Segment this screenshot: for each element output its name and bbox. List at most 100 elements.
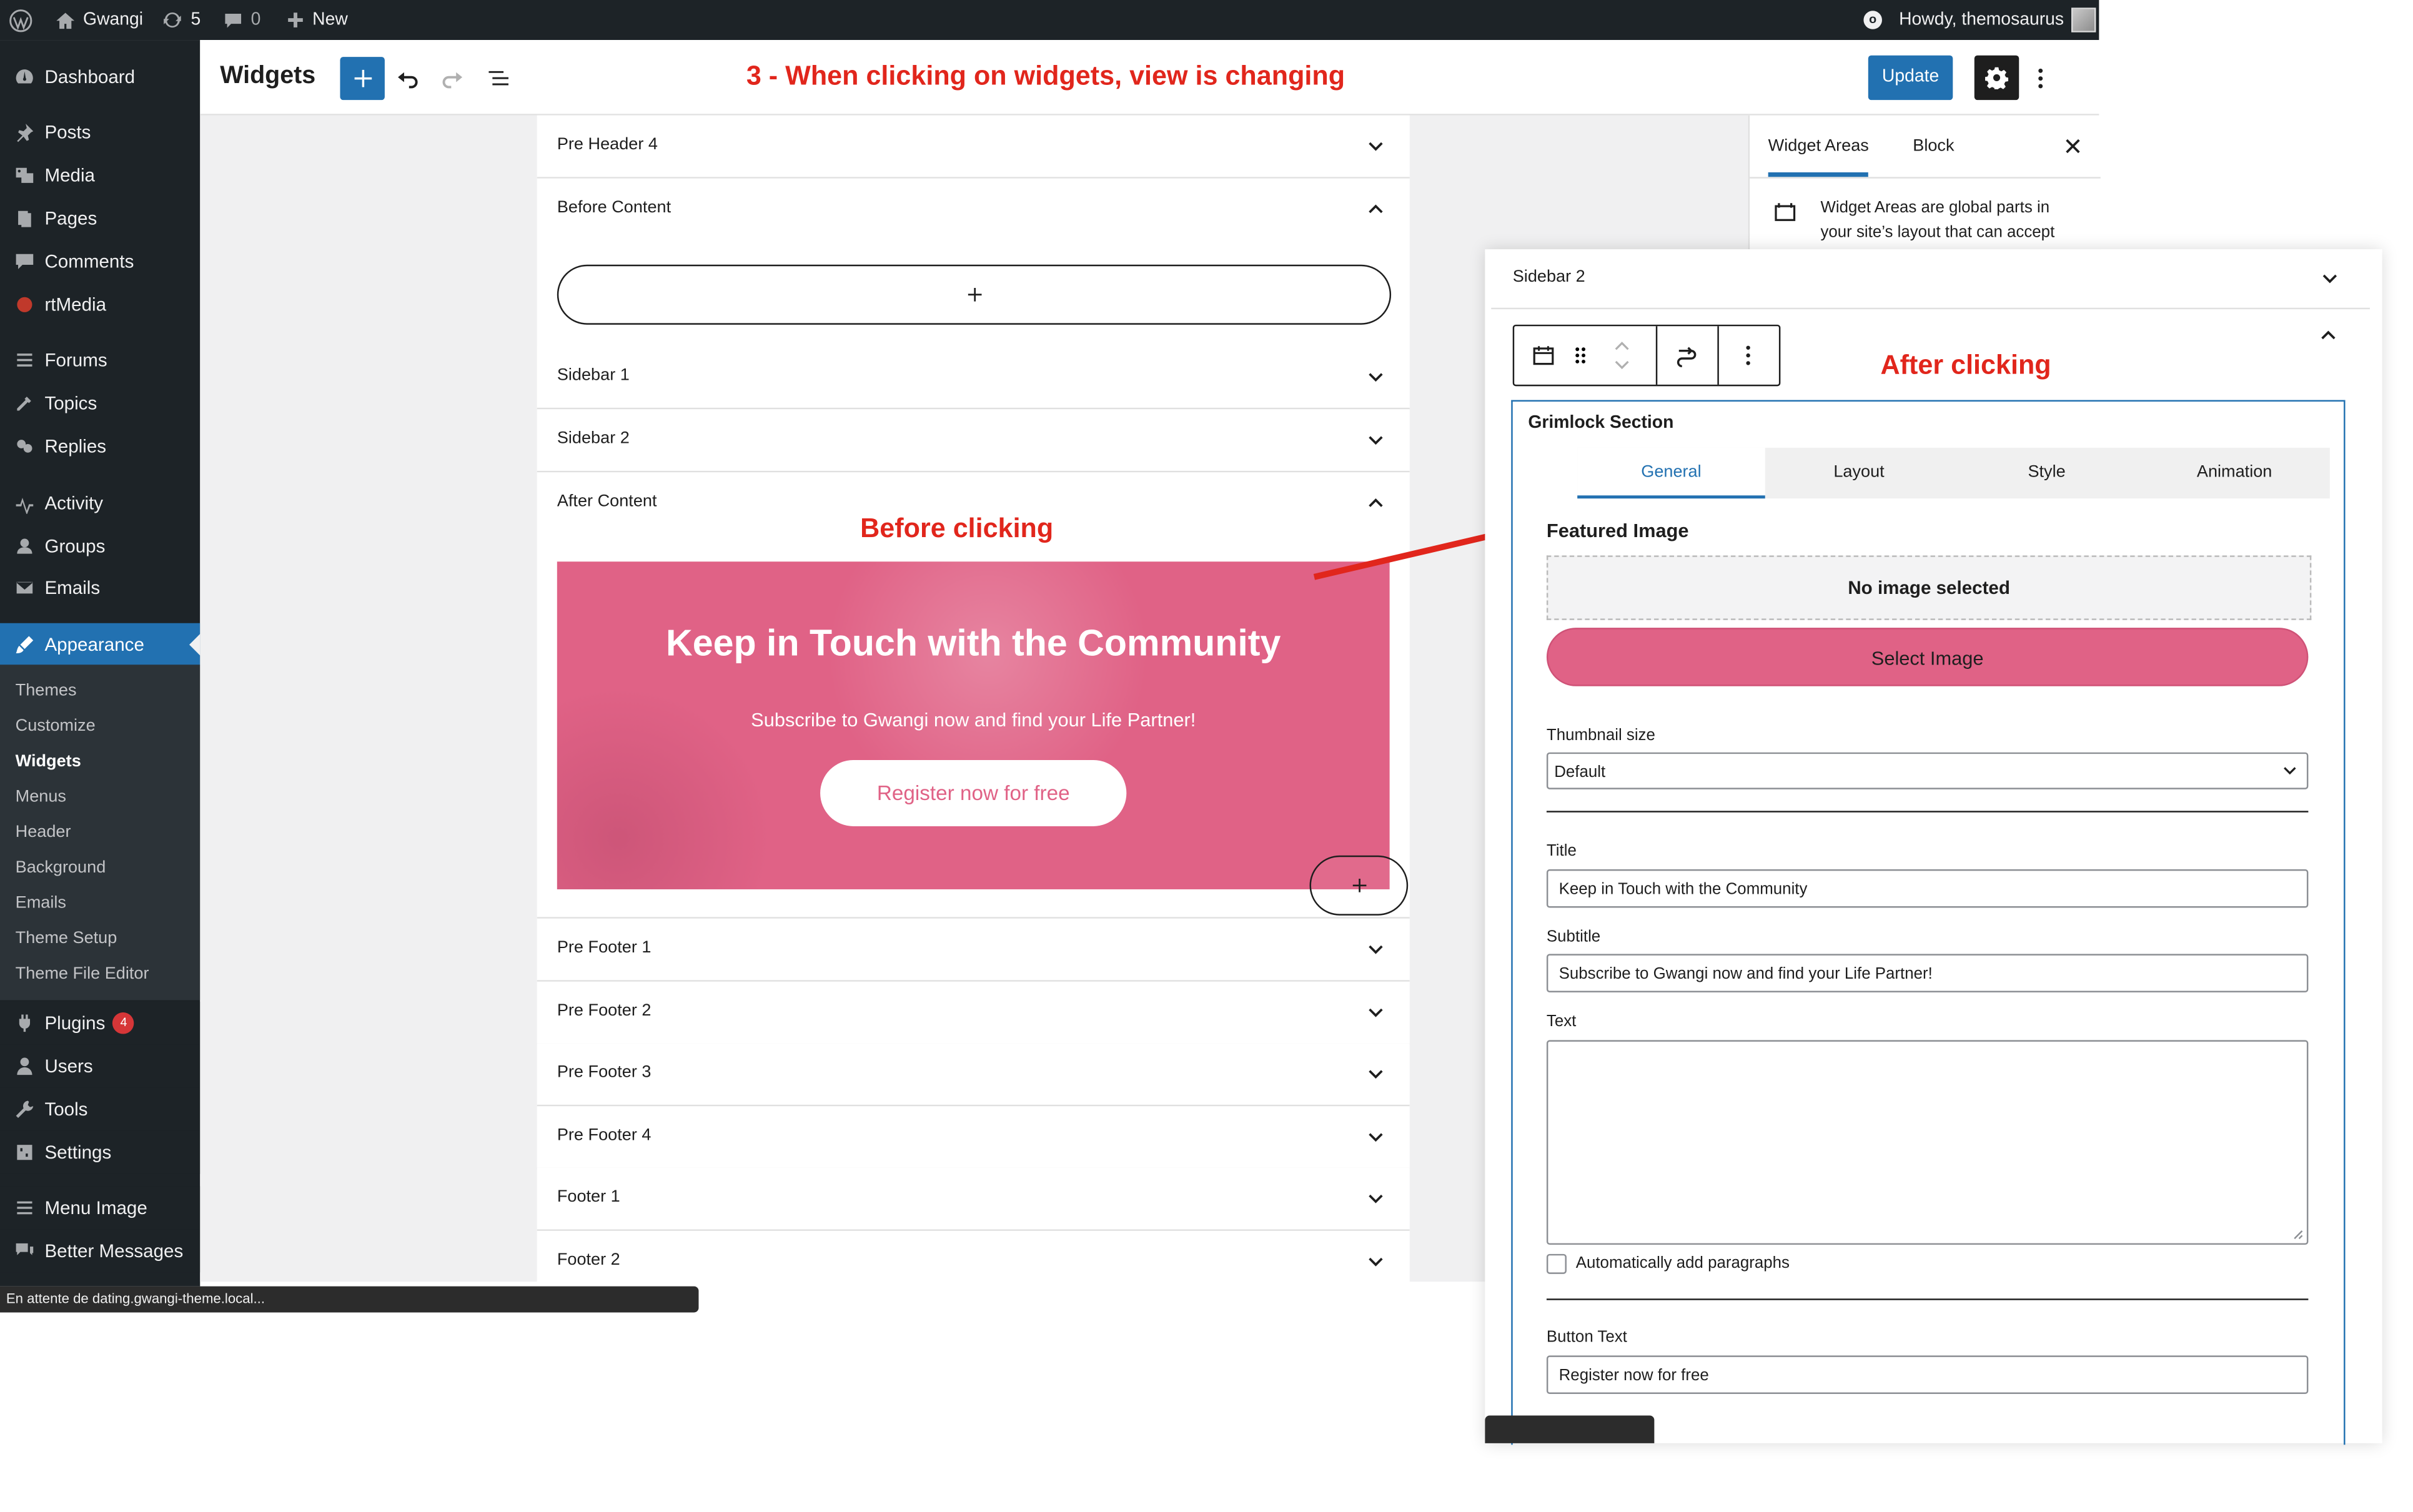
site-name-link[interactable]: Gwangi — [56, 0, 143, 40]
new-content-link[interactable]: New — [286, 0, 348, 40]
menu-item-comments[interactable]: Comments — [0, 240, 200, 283]
tab-animation[interactable]: Animation — [2141, 448, 2329, 498]
rtmedia-icon — [12, 293, 36, 316]
update-button[interactable]: Update — [1868, 55, 1953, 101]
brush-icon — [12, 633, 36, 656]
menu-item-posts[interactable]: Posts — [0, 111, 200, 154]
submenu-item-theme-file-editor[interactable]: Theme File Editor — [16, 960, 149, 987]
more-options-button[interactable] — [2028, 62, 2053, 96]
close-icon[interactable] — [2062, 136, 2083, 157]
menu-item-settings[interactable]: Settings — [0, 1130, 201, 1174]
chevron-up-icon[interactable] — [2319, 326, 2338, 345]
button-text-label: Button Text — [1546, 1328, 1627, 1346]
settings-button[interactable] — [1974, 55, 2019, 101]
more-vertical-icon — [2038, 68, 2043, 89]
comments-link[interactable]: 0 — [223, 0, 260, 40]
submenu-item-themes[interactable]: Themes — [16, 677, 77, 704]
submenu-item-theme-setup[interactable]: Theme Setup — [16, 925, 117, 952]
list-view-button[interactable] — [483, 63, 514, 94]
register-button[interactable]: Register now for free — [820, 760, 1127, 826]
submenu-item-emails[interactable]: Emails — [16, 889, 66, 917]
redo-button[interactable] — [437, 63, 468, 94]
tab-style[interactable]: Style — [1953, 448, 2141, 498]
tab-widget-areas[interactable]: Widget Areas — [1768, 116, 1869, 177]
undo-button[interactable] — [392, 63, 423, 94]
menu-item-plugins[interactable]: Plugins 4 — [0, 1001, 201, 1045]
menu-item-forums[interactable]: Forums — [0, 338, 200, 382]
widget-area-pre-footer-1[interactable]: Pre Footer 1 — [537, 918, 1410, 982]
plugins-update-badge: 4 — [112, 1012, 135, 1034]
transform-icon — [1677, 347, 1697, 368]
thumbnail-size-select[interactable]: Default — [1546, 752, 2309, 789]
activity-icon — [12, 492, 36, 515]
account-link[interactable]: o Howdy, themosaurus — [1863, 0, 2096, 40]
grimlock-section-preview[interactable]: Keep in Touch with the Community Subscri… — [557, 561, 1390, 889]
notification-icon: o — [1863, 11, 1882, 29]
submenu-item-widgets[interactable]: Widgets — [16, 748, 81, 775]
submenu-item-background[interactable]: Background — [16, 854, 106, 881]
title-input[interactable]: Keep in Touch with the Community — [1546, 869, 2309, 908]
menu-item-emails[interactable]: Emails — [0, 566, 200, 610]
comments-count: 0 — [250, 11, 261, 29]
chevron-down-icon — [1369, 1070, 1383, 1079]
media-icon — [12, 164, 36, 187]
widget-area-footer-2[interactable]: Footer 2 — [537, 1230, 1410, 1282]
admin-menu-lower: Plugins 4 Users Tools Settings Menu Imag… — [0, 1000, 201, 1286]
plus-icon — [1352, 878, 1366, 892]
move-up-down-buttons[interactable] — [1610, 335, 1634, 375]
menu-item-menu-image[interactable]: Menu Image — [0, 1186, 201, 1230]
button-text-input[interactable]: Register now for free — [1546, 1355, 2309, 1395]
menu-item-rtmedia[interactable]: rtMedia — [0, 283, 200, 326]
widget-area-sidebar-1[interactable]: Sidebar 1 — [537, 346, 1410, 410]
widget-area-pre-footer-4[interactable]: Pre Footer 4 — [537, 1106, 1410, 1170]
widget-area-footer-1[interactable]: Footer 1 — [537, 1167, 1410, 1231]
block-toolbar — [1512, 324, 1781, 387]
menu-item-activity[interactable]: Activity — [0, 482, 200, 525]
transform-button[interactable] — [1674, 343, 1698, 368]
dashboard-icon — [12, 66, 36, 89]
chevron-up-down-icon — [1615, 342, 1629, 370]
tab-layout[interactable]: Layout — [1765, 448, 1953, 498]
menu-item-appearance[interactable]: Appearance — [0, 623, 201, 666]
text-textarea[interactable] — [1546, 1040, 2309, 1245]
menu-item-media[interactable]: Media — [0, 154, 200, 197]
add-block-appender[interactable] — [1309, 855, 1409, 916]
menu-item-better-messages[interactable]: Better Messages — [0, 1229, 201, 1273]
submenu-item-header[interactable]: Header — [16, 819, 71, 846]
widget-area-pre-header-4[interactable]: Pre Header 4 — [537, 115, 1410, 179]
tab-general[interactable]: General — [1577, 447, 1765, 499]
updates-link[interactable]: 5 — [162, 0, 201, 40]
widget-area-sidebar-2[interactable]: Sidebar 2 — [1491, 249, 2370, 310]
submenu-item-menus[interactable]: Menus — [16, 783, 66, 811]
comment-icon — [12, 250, 36, 273]
block-options-button[interactable] — [1736, 343, 1760, 367]
wordpress-logo[interactable] — [9, 0, 32, 40]
subtitle-input[interactable]: Subscribe to Gwangi now and find your Li… — [1546, 954, 2309, 993]
menu-item-groups[interactable]: Groups — [0, 525, 200, 568]
menu-item-replies[interactable]: Replies — [0, 425, 200, 468]
subtitle-label: Subtitle — [1546, 927, 1601, 947]
add-block-appender[interactable] — [557, 264, 1392, 325]
user-icon — [12, 1055, 36, 1078]
submenu-item-customize[interactable]: Customize — [16, 713, 96, 740]
menu-item-dashboard[interactable]: Dashboard — [0, 56, 200, 99]
widget-area-pre-footer-3[interactable]: Pre Footer 3 — [537, 1043, 1410, 1107]
email-icon — [12, 576, 36, 600]
widget-area-sidebar-2[interactable]: Sidebar 2 — [537, 409, 1410, 473]
editor-header: Widgets 3 - When clicking on widgets, vi… — [200, 40, 2099, 116]
resize-handle-icon[interactable] — [2293, 1229, 2304, 1240]
widget-area-pre-footer-2[interactable]: Pre Footer 2 — [537, 981, 1410, 1045]
tab-block[interactable]: Block — [1913, 116, 1954, 177]
drag-handle[interactable] — [1568, 343, 1592, 367]
menu-item-users[interactable]: Users — [0, 1044, 201, 1088]
menu-item-pages[interactable]: Pages — [0, 197, 200, 240]
auto-paragraphs-option[interactable]: Automatically add paragraphs — [1546, 1252, 1790, 1273]
add-block-button[interactable] — [340, 57, 385, 101]
avatar — [2071, 7, 2096, 32]
menu-item-topics[interactable]: Topics — [0, 382, 200, 425]
menu-item-tools[interactable]: Tools — [0, 1087, 201, 1131]
auto-paragraphs-checkbox[interactable] — [1546, 1253, 1567, 1273]
select-image-button[interactable]: Select Image — [1546, 628, 2309, 686]
block-type-button[interactable] — [1531, 343, 1555, 367]
pin-icon — [12, 121, 36, 144]
